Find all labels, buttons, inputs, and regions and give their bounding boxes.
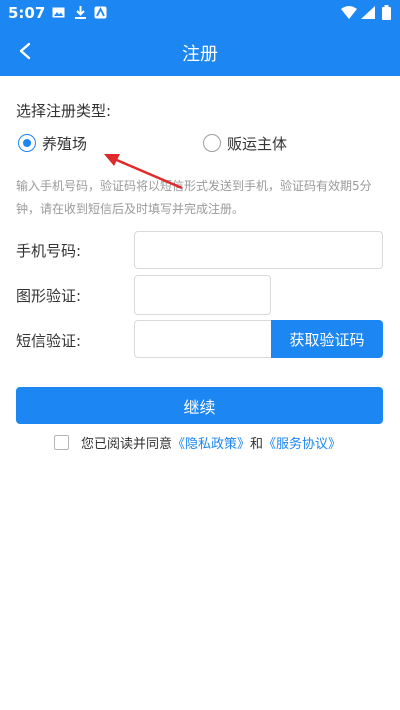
status-bar: 5:07 [0,0,400,26]
sms-code-input[interactable] [134,320,272,358]
get-code-button[interactable]: 获取验证码 [271,320,383,358]
radio-transport-label: 贩运主体 [227,134,288,153]
phone-input[interactable] [134,231,383,269]
radio-unchecked-icon [203,134,221,152]
sms-hint-text: 输入手机号码，验证码将以短信形式发送到手机，验证码有效期5分钟，请在收到短信后及… [16,179,372,216]
agreement-prefix: 您已阅读并同意 [81,436,173,452]
agreement-checkbox[interactable] [54,434,69,450]
download-icon [75,6,86,19]
radio-farm[interactable]: 养殖场 [18,132,87,154]
radio-transport-entity[interactable]: 贩运主体 [203,132,287,154]
agreement-row: 您已阅读并同意 《隐私政策》 和 《服务协议》 [54,432,341,452]
wifi-icon [341,6,357,19]
page-title: 注册 [182,44,218,65]
captcha-input[interactable] [134,275,271,315]
app-notification-icon [94,6,107,19]
continue-button[interactable]: 继续 [16,387,383,424]
phone-label: 手机号码: [16,242,82,260]
signal-icon [361,6,375,19]
app-bar: 注册 [0,26,400,76]
privacy-policy-link[interactable]: 《隐私政策》 [172,433,250,452]
battery-icon [382,5,391,20]
image-icon [52,7,65,18]
registration-type-label: 选择注册类型: [16,102,112,120]
agreement-and: 和 [250,436,264,452]
service-agreement-link[interactable]: 《服务协议》 [263,433,341,452]
radio-checked-icon [18,134,36,152]
captcha-label: 图形验证: [16,287,82,305]
radio-farm-label: 养殖场 [42,134,88,153]
status-time: 5:07 [8,4,46,22]
sms-code-label: 短信验证: [16,332,82,350]
